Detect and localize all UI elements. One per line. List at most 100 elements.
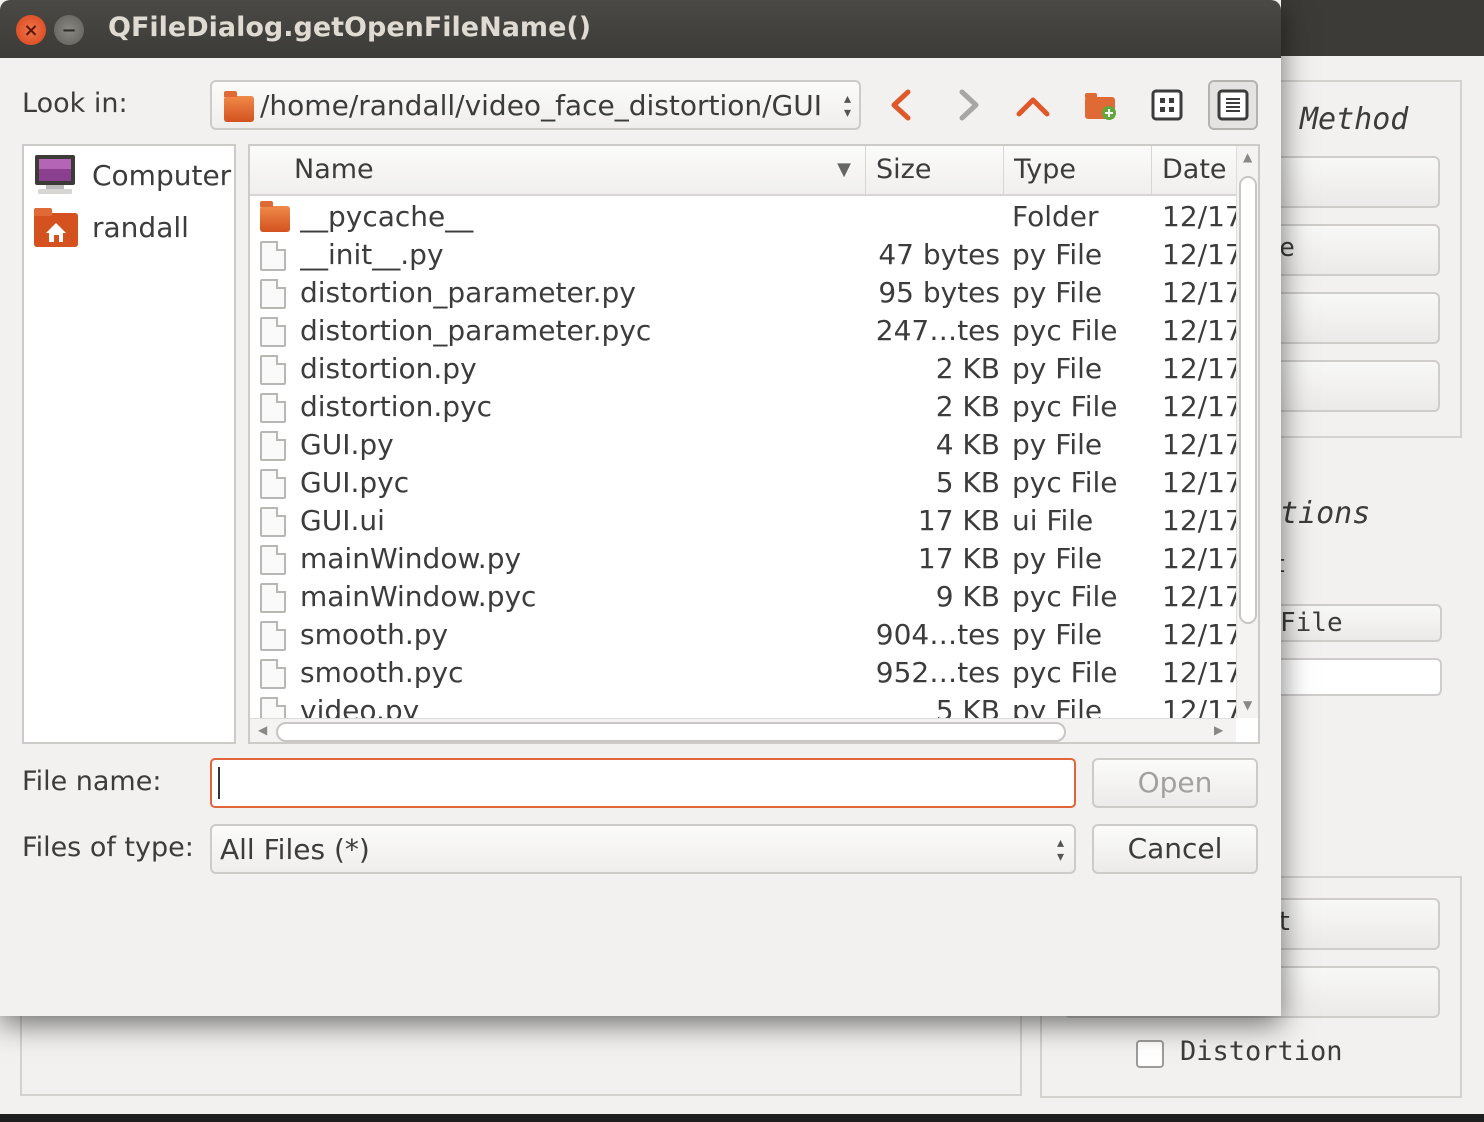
file-name-cell: mainWindow.pyc <box>300 580 537 613</box>
file-row[interactable]: smooth.py 904…tes py File 12/17 <box>250 616 1236 654</box>
file-type-cell: py File <box>1012 428 1103 461</box>
cancel-button[interactable]: Cancel <box>1092 824 1258 874</box>
file-name-cell: GUI.ui <box>300 504 385 537</box>
close-button[interactable]: × <box>16 15 46 45</box>
file-name-cell: mainWindow.py <box>300 542 522 575</box>
file-date-cell: 12/17 <box>1162 314 1236 347</box>
file-name-input[interactable] <box>210 758 1076 808</box>
scroll-down-icon: ▼ <box>1243 698 1253 712</box>
file-size-cell: 17 KB <box>917 504 1000 537</box>
text-caret <box>218 767 220 799</box>
file-row[interactable]: smooth.pyc 952…tes pyc File 12/17 <box>250 654 1236 692</box>
file-type-cell: py File <box>1012 542 1103 575</box>
file-type-cell: pyc File <box>1012 314 1118 347</box>
back-button[interactable] <box>876 80 926 130</box>
file-row[interactable]: distortion_parameter.pyc 247…tes pyc File 1… <box>250 312 1236 350</box>
scroll-left-icon: ◀ <box>258 723 268 737</box>
file-date-cell: 12/17 <box>1162 200 1236 233</box>
file-type-cell: pyc File <box>1012 580 1118 613</box>
column-header-size[interactable]: Size <box>866 146 1004 194</box>
file-size-cell: 5 KB <box>935 466 1000 499</box>
file-row[interactable]: mainWindow.py 17 KB py File 12/17 <box>250 540 1236 578</box>
scroll-up-icon: ▲ <box>1243 150 1253 164</box>
parent-directory-button[interactable] <box>1008 80 1058 130</box>
file-icon <box>260 317 286 347</box>
horizontal-scrollbar[interactable]: ◀ ▶ <box>250 718 1236 742</box>
scroll-right-icon: ▶ <box>1214 723 1224 737</box>
file-name-cell: GUI.pyc <box>300 466 410 499</box>
file-type-cell: py File <box>1012 276 1103 309</box>
file-row[interactable]: GUI.pyc 5 KB pyc File 12/17 <box>250 464 1236 502</box>
file-row[interactable]: distortion.pyc 2 KB pyc File 12/17 <box>250 388 1236 426</box>
vertical-scrollbar[interactable]: ▲ ▼ <box>1236 146 1258 718</box>
file-type-cell: ui File <box>1012 504 1094 537</box>
computer-icon <box>35 155 75 194</box>
look-in-combo[interactable]: /home/randall/video_face_distortion/GUI … <box>210 80 861 130</box>
file-row[interactable]: __pycache__ Folder 12/17 <box>250 198 1236 236</box>
new-folder-button[interactable] <box>1076 80 1126 130</box>
open-button[interactable]: Open <box>1092 758 1258 808</box>
column-header-type[interactable]: Type <box>1004 146 1152 194</box>
sidebar-item-label: randall <box>92 210 189 244</box>
files-of-type-combo[interactable]: All Files (*) ▴ ▾ <box>210 824 1076 874</box>
list-view-button[interactable] <box>1142 80 1192 130</box>
horizontal-scroll-thumb[interactable] <box>276 722 1066 742</box>
file-name-cell: smooth.py <box>300 618 449 651</box>
file-icon <box>260 279 286 309</box>
file-icon <box>260 545 286 575</box>
file-date-cell: 12/17 <box>1162 504 1236 537</box>
sidebar-item-home[interactable]: randall <box>32 204 189 250</box>
file-dialog: × − QFileDialog.getOpenFileName() Look i… <box>0 0 1281 1016</box>
file-name-cell: __init__.py <box>300 238 444 271</box>
file-name-cell: __pycache__ <box>300 200 474 233</box>
sidebar-item-label: Computer <box>92 158 232 192</box>
column-header-name[interactable]: Name ▼ <box>250 146 866 194</box>
detail-view-button[interactable] <box>1208 80 1258 130</box>
distortion-checkbox[interactable] <box>1136 1040 1164 1068</box>
combo-spinner-icon: ▴ ▾ <box>1056 835 1064 865</box>
file-row[interactable]: mainWindow.pyc 9 KB pyc File 12/17 <box>250 578 1236 616</box>
terminal-strip <box>0 1114 1484 1122</box>
files-of-type-value: All Files (*) <box>220 833 370 866</box>
minimize-button[interactable]: − <box>54 15 84 45</box>
places-sidebar: Computer randall <box>22 144 236 744</box>
file-type-cell: pyc File <box>1012 466 1118 499</box>
column-header-date[interactable]: Date <box>1152 146 1236 194</box>
folder-icon <box>260 201 290 232</box>
file-type-cell: py File <box>1012 618 1103 651</box>
folder-icon <box>224 91 254 122</box>
method-group-title: Method <box>1300 102 1409 137</box>
file-row[interactable]: GUI.py 4 KB py File 12/17 <box>250 426 1236 464</box>
sort-descending-icon: ▼ <box>837 159 851 180</box>
sidebar-item-computer[interactable]: Computer <box>32 152 231 198</box>
file-icon <box>260 393 286 423</box>
column-header-label: Name <box>294 154 374 185</box>
file-name-cell: smooth.pyc <box>300 656 464 689</box>
forward-button[interactable] <box>944 80 994 130</box>
file-row[interactable]: distortion_parameter.py 95 bytes py File 12… <box>250 274 1236 312</box>
file-size-cell: 95 bytes <box>878 276 1000 309</box>
files-of-type-label: Files of type: <box>22 832 194 863</box>
file-date-cell: 12/17 <box>1162 466 1236 499</box>
file-icon <box>260 621 286 651</box>
file-list-header: Name ▼ Size Type Date <box>250 146 1236 196</box>
file-row[interactable]: __init__.py 47 bytes py File 12/17 <box>250 236 1236 274</box>
file-size-cell: 247…tes <box>875 314 1000 347</box>
file-name-cell: distortion.pyc <box>300 390 493 423</box>
file-row[interactable]: distortion.py 2 KB py File 12/17 <box>250 350 1236 388</box>
file-size-cell: 17 KB <box>917 542 1000 575</box>
look-in-label: Look in: <box>22 88 128 119</box>
vertical-scroll-thumb[interactable] <box>1239 176 1257 624</box>
file-size-cell: 47 bytes <box>878 238 1000 271</box>
file-date-cell: 12/17 <box>1162 428 1236 461</box>
minimize-icon: − <box>61 19 77 41</box>
file-icon <box>260 431 286 461</box>
options-group-title: tions <box>1280 496 1371 531</box>
dialog-title: QFileDialog.getOpenFileName() <box>108 12 592 43</box>
file-icon <box>260 583 286 613</box>
file-size-cell: 2 KB <box>935 352 1000 385</box>
file-icon <box>260 659 286 689</box>
file-size-cell <box>850 198 1000 236</box>
file-name-cell: distortion_parameter.py <box>300 276 636 309</box>
file-row[interactable]: GUI.ui 17 KB ui File 12/17 <box>250 502 1236 540</box>
